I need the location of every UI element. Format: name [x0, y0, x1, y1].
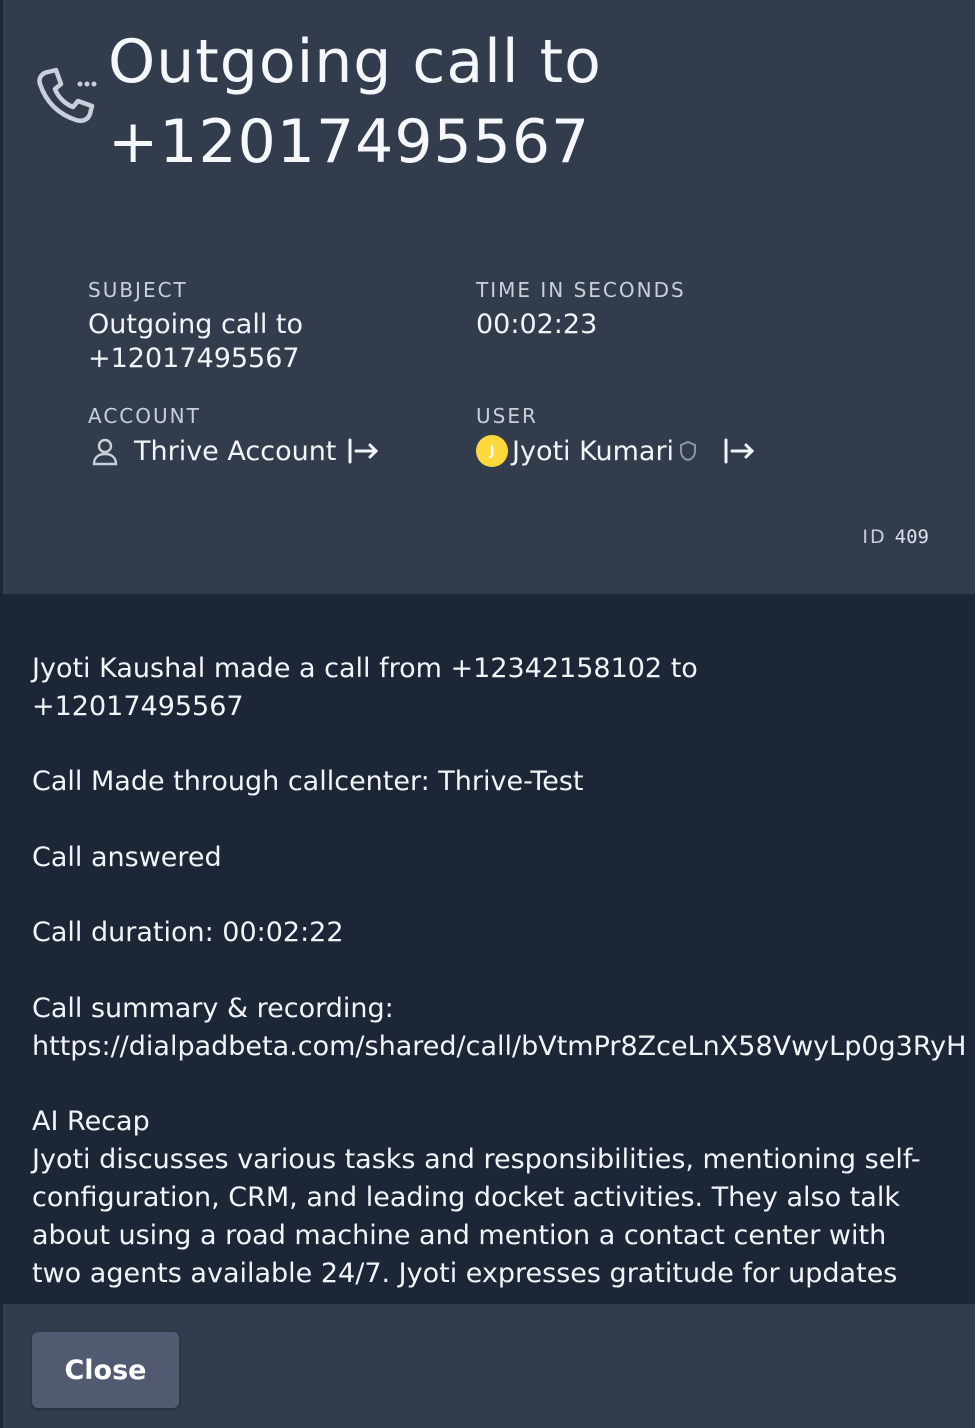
- subject-value: Outgoing call to +12017495567: [88, 308, 303, 376]
- subject-label: SUBJECT: [88, 278, 188, 302]
- account-label: ACCOUNT: [88, 404, 201, 428]
- user-label: USER: [476, 404, 538, 428]
- user-field: J Jyoti Kumari: [476, 433, 756, 469]
- summary-link[interactable]: https://dialpadbeta.com/shared/call/bVtm…: [32, 1028, 972, 1066]
- call-intro-line-2: +12017495567: [32, 691, 244, 722]
- callcenter-line: Call Made through callcenter: Thrive-Tes…: [32, 766, 584, 797]
- avatar: J: [476, 435, 508, 467]
- call-header: Outgoing call to +12017495567 SUBJECT Ou…: [0, 0, 975, 594]
- answered-line: Call answered: [32, 842, 222, 873]
- subject-value-line-2: +12017495567: [88, 343, 300, 374]
- goto-arrow-icon[interactable]: [722, 437, 756, 465]
- recap-line-2: configuration, CRM, and leading docket a…: [32, 1182, 900, 1213]
- window-edge: [0, 0, 3, 1428]
- title-line-1: Outgoing call to: [108, 27, 602, 97]
- user-value: Jyoti Kumari: [512, 435, 675, 467]
- shield-icon: [680, 440, 697, 462]
- call-intro: Jyoti Kaushal made a call from +12342158…: [32, 650, 972, 726]
- goto-arrow-icon[interactable]: [346, 437, 380, 465]
- account-value: Thrive Account: [134, 435, 337, 467]
- dialog-footer: Close: [0, 1304, 975, 1428]
- person-icon: [92, 438, 118, 466]
- close-button[interactable]: Close: [32, 1332, 179, 1408]
- phone-dialing-icon: [37, 67, 97, 123]
- page-title: Outgoing call to +12017495567: [108, 22, 948, 182]
- recap-line-1: Jyoti discusses various tasks and respon…: [32, 1144, 921, 1175]
- id-value: 409: [894, 526, 929, 548]
- recap-line-3: about using a road machine and mention a…: [32, 1220, 887, 1251]
- title-line-2: +12017495567: [108, 107, 591, 177]
- time-value: 00:02:23: [476, 309, 598, 340]
- summary-section: Call summary & recording: https://dialpa…: [32, 990, 972, 1066]
- recap-label: AI Recap: [32, 1106, 150, 1137]
- recap-line-4: two agents available 24/7. Jyoti express…: [32, 1258, 898, 1289]
- summary-label: Call summary & recording:: [32, 993, 394, 1024]
- call-intro-line-1: Jyoti Kaushal made a call from +12342158…: [32, 653, 698, 684]
- time-label: TIME IN SECONDS: [476, 278, 686, 302]
- duration-line: Call duration: 00:02:22: [32, 917, 344, 948]
- subject-value-line-1: Outgoing call to: [88, 309, 304, 340]
- account-field: Thrive Account: [90, 433, 380, 469]
- call-description: Jyoti Kaushal made a call from +12342158…: [0, 594, 975, 1304]
- ai-recap-section: AI Recap Jyoti discusses various tasks a…: [32, 1103, 972, 1293]
- id-label: ID: [862, 526, 887, 548]
- record-id: ID 409: [862, 526, 929, 548]
